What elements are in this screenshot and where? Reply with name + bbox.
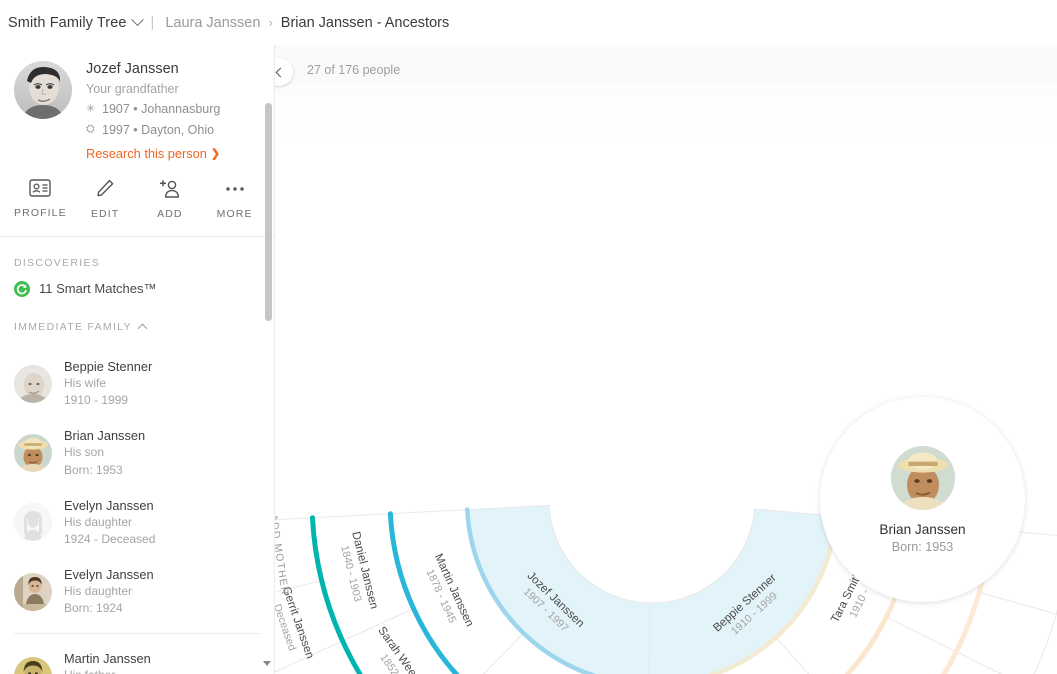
family-member-dates: 1924 - Deceased — [64, 531, 156, 546]
fan-chart-stage[interactable]: Jozef Janssen 1907 - 1997 Beppie Stenner 19… — [275, 45, 1057, 674]
id-card-icon — [29, 179, 52, 197]
profile-name: Jozef Janssen — [86, 61, 179, 77]
scroll-down-arrow-icon[interactable] — [261, 657, 273, 669]
profile-action-row: PROFILE EDIT ADD MORE — [0, 161, 274, 236]
avatar — [14, 572, 52, 611]
avatar — [14, 433, 52, 472]
list-item-text: Brian Janssen His son Born: 1953 — [64, 427, 145, 478]
list-item-text: Evelyn Janssen His daughter Born: 1924 — [64, 566, 154, 617]
immediate-family-heading-label: IMMEDIATE FAMILY — [14, 320, 132, 333]
discoveries-heading-label: DISCOVERIES — [14, 256, 101, 269]
chevron-down-icon — [130, 13, 144, 27]
breadcrumb-current: Brian Janssen - Ancestors — [280, 14, 450, 31]
chevron-up-icon — [137, 323, 148, 334]
list-item-text: Beppie Stenner His wife 1910 - 1999 — [64, 358, 152, 409]
arrow-right-icon: ❯ — [210, 147, 221, 160]
family-member-dates: 1910 - 1999 — [64, 393, 129, 408]
family-member-relation: His daughter — [64, 584, 133, 599]
profile-button-label: PROFILE — [14, 206, 67, 219]
profile-death: ⛭ 1997 • Dayton, Ohio — [86, 120, 220, 140]
avatar-placeholder-woman — [14, 503, 52, 542]
family-list-divider — [14, 633, 261, 635]
avatar-photo-man-sepia — [14, 656, 52, 674]
family-tree-app: Smith Family Tree | Laura Janssen › Bria… — [0, 0, 1057, 674]
pencil-icon — [97, 179, 114, 197]
avatar-photo-elderly-woman — [14, 364, 52, 403]
tree-selector[interactable]: Smith Family Tree — [8, 13, 144, 31]
center-person-name: Brian Janssen — [879, 521, 966, 537]
family-member-dates: Born: 1924 — [64, 601, 123, 616]
list-item[interactable]: Evelyn Janssen His daughter Born: 1924 — [0, 557, 274, 626]
left-sidebar: Jozef Janssen Your grandfather ✳ 1907 • … — [0, 45, 275, 674]
family-member-relation: His father — [64, 667, 151, 674]
smart-matches-row[interactable]: 11 Smart Matches™ — [0, 280, 274, 301]
more-button[interactable]: MORE — [202, 179, 267, 220]
family-member-relation: His wife — [64, 376, 107, 391]
research-label: Research this person — [86, 145, 207, 161]
people-count-label: 27 of 176 people — [307, 63, 401, 77]
list-item[interactable]: Evelyn Janssen His daughter 1924 - Decea… — [0, 488, 274, 557]
avatar — [14, 503, 52, 542]
list-item-text: Evelyn Janssen His daughter 1924 - Decea… — [64, 497, 155, 548]
research-this-person-link[interactable]: Research this person ❯ — [86, 146, 220, 161]
family-member-name: Evelyn Janssen — [64, 566, 154, 582]
death-icon: ⛭ — [86, 122, 95, 135]
ellipsis-icon — [225, 187, 244, 191]
sidebar-scrollbar-thumb[interactable] — [265, 103, 272, 321]
avatar[interactable] — [14, 61, 72, 119]
family-member-name: Evelyn Janssen — [64, 497, 154, 513]
edit-button-label: EDIT — [90, 207, 120, 220]
avatar — [14, 656, 52, 674]
add-person-icon — [160, 180, 180, 198]
profile-death-text: 1997 • Dayton, Ohio — [102, 122, 215, 137]
profile-relationship: Your grandfather — [86, 82, 179, 96]
family-member-relation: His son — [64, 445, 105, 460]
topbar-separator: | — [150, 14, 155, 31]
profile-birth: ✳ 1907 • Johannasburg — [86, 99, 220, 119]
avatar-photo-man-hat — [14, 433, 52, 472]
birth-icon: ✳ — [86, 102, 96, 115]
family-member-dates: Born: 1953 — [64, 462, 123, 477]
profile-info: Jozef Janssen Your grandfather ✳ 1907 • … — [86, 61, 220, 161]
profile-birth-text: 1907 • Johannasburg — [102, 102, 221, 117]
avatar-photo-man-bw — [14, 61, 72, 119]
more-button-label: MORE — [216, 207, 253, 220]
family-member-name: Beppie Stenner — [64, 358, 153, 374]
immediate-family-list: Beppie Stenner His wife 1910 - 1999 Bria… — [0, 345, 274, 674]
chevron-left-icon — [275, 67, 286, 77]
immediate-family-heading[interactable]: IMMEDIATE FAMILY — [0, 301, 274, 345]
add-button[interactable]: ADD — [138, 179, 203, 220]
family-member-name: Martin Janssen — [64, 651, 151, 667]
profile-card: Jozef Janssen Your grandfather ✳ 1907 • … — [0, 45, 274, 161]
smart-matches-label: 11 Smart Matches™ — [39, 281, 157, 297]
top-bar: Smith Family Tree | Laura Janssen › Bria… — [0, 0, 1057, 45]
family-member-relation: His daughter — [64, 514, 133, 529]
list-item[interactable]: Martin Janssen His father 1878 - 1945 — [0, 641, 274, 674]
list-item[interactable]: Beppie Stenner His wife 1910 - 1999 — [0, 349, 274, 418]
list-item-text: Martin Janssen His father 1878 - 1945 — [64, 650, 151, 674]
avatar-photo-man-hat — [890, 445, 955, 510]
center-person-dates: Born: 1953 — [891, 539, 954, 554]
tree-name: Smith Family Tree — [8, 14, 127, 31]
breadcrumb-parent[interactable]: Laura Janssen — [165, 15, 260, 31]
center-avatar — [890, 445, 955, 510]
center-person-node[interactable]: Brian Janssen Born: 1953 — [820, 397, 1025, 602]
avatar — [14, 364, 52, 403]
profile-button[interactable]: PROFILE — [8, 179, 73, 220]
smart-match-icon — [14, 280, 30, 297]
add-button-label: ADD — [157, 207, 183, 220]
sidebar-scroll-area[interactable]: Jozef Janssen Your grandfather ✳ 1907 • … — [0, 45, 274, 674]
breadcrumb-chevron-icon: › — [268, 15, 273, 30]
avatar-photo-woman-sepia — [14, 572, 52, 611]
discoveries-heading: DISCOVERIES — [0, 237, 274, 281]
family-member-name: Brian Janssen — [64, 428, 146, 444]
list-item[interactable]: Brian Janssen His son Born: 1953 — [0, 418, 274, 487]
edit-button[interactable]: EDIT — [73, 179, 138, 220]
